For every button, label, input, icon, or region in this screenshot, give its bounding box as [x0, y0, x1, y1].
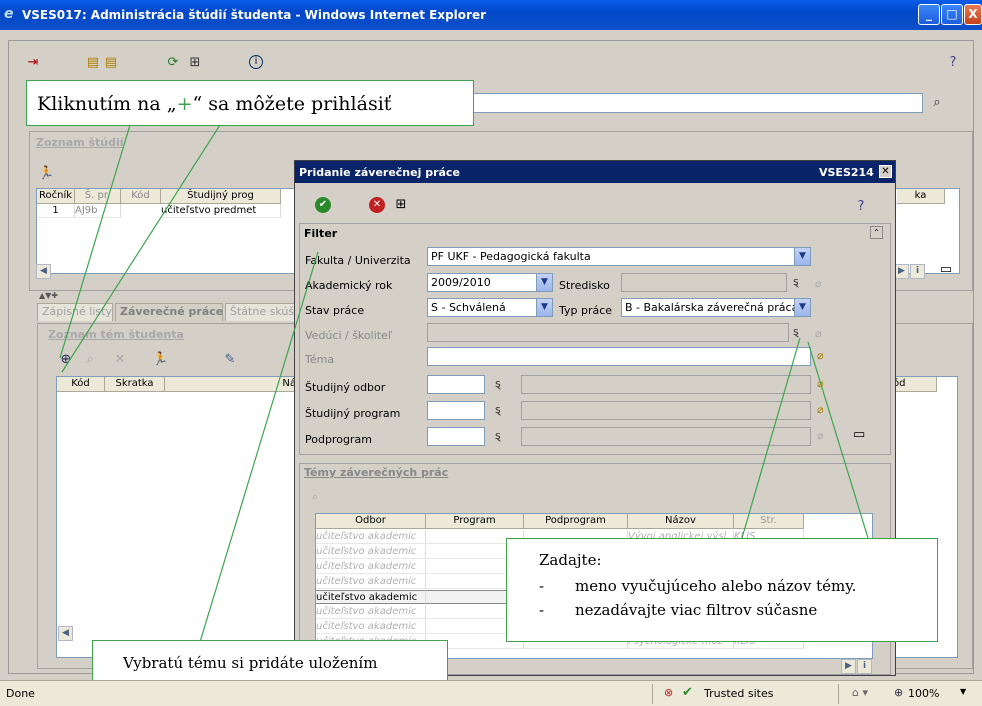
popup-blocked-icon[interactable]: ⊗ — [664, 686, 673, 699]
chevron-down-icon[interactable]: ▼ — [960, 687, 966, 696]
callout-dash: - — [539, 577, 545, 595]
callout-line-bottom — [199, 251, 319, 643]
callout-title: Zadajte: — [539, 551, 602, 569]
callout-text: Vybratú tému si pridáte uložením — [123, 654, 378, 672]
protected-mode-icon[interactable]: ⌂ ▾ — [852, 686, 868, 699]
zoom-icon: ⊕ — [894, 686, 904, 699]
callout-filter-hint: Zadajte: - meno vyučujúceho alebo názov … — [506, 538, 938, 642]
checkmark-icon: ✔ — [682, 685, 693, 700]
status-separator — [838, 684, 839, 704]
callout-text: Kliknutím na „ — [37, 93, 177, 115]
callout-text: “ sa môžete prihlásiť — [192, 93, 392, 115]
callout-line-top — [61, 124, 221, 373]
callout-login-hint: Kliknutím na „+“ sa môžete prihlásiť — [26, 80, 474, 126]
callout-dash: - — [539, 601, 545, 619]
callout-item: nezadávajte viac filtrov súčasne — [575, 601, 818, 619]
status-separator — [652, 684, 653, 704]
statusbar: Done ⊗ ✔ Trusted sites ⌂ ▾ ⊕ 100% ▼ — [0, 680, 982, 706]
callout-item: meno vyučujúceho alebo názov témy. — [575, 577, 857, 595]
status-text: Done — [6, 687, 35, 700]
callout-line-top-2 — [59, 124, 131, 359]
callout-plus: + — [176, 93, 193, 115]
callout-line-right-2 — [807, 341, 869, 539]
zoom-level[interactable]: 100% — [908, 687, 939, 700]
callout-line-right — [741, 337, 801, 539]
security-zone: Trusted sites — [704, 687, 774, 700]
